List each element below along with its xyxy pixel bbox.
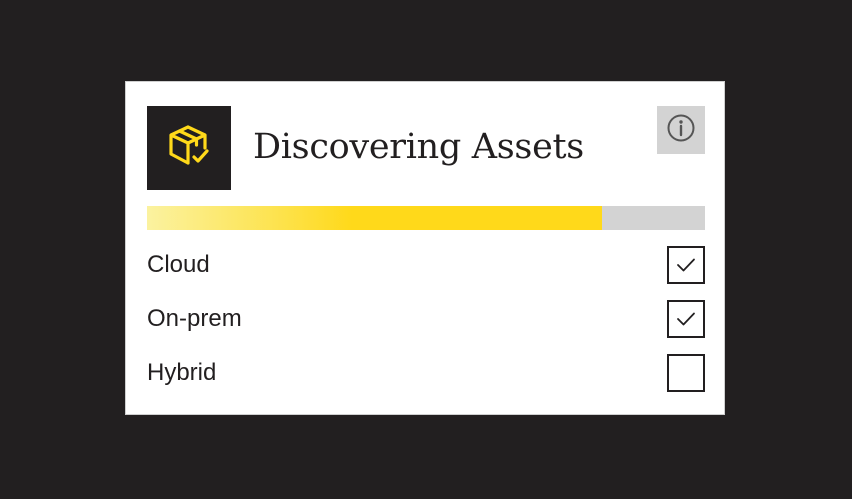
page-title: Discovering Assets <box>253 127 584 167</box>
option-label: Cloud <box>147 251 210 278</box>
discovery-card: Discovering Assets Cloud On-prem Hybrid <box>125 81 725 415</box>
logo-tile <box>147 106 231 190</box>
check-icon <box>677 258 695 272</box>
info-icon <box>666 113 696 148</box>
hybrid-checkbox[interactable] <box>667 354 705 392</box>
check-icon <box>677 312 695 326</box>
progress-bar <box>147 206 705 230</box>
option-label: Hybrid <box>147 359 217 386</box>
option-label: On-prem <box>147 305 242 332</box>
option-row-hybrid[interactable]: Hybrid <box>147 354 705 392</box>
on-prem-checkbox[interactable] <box>667 300 705 338</box>
option-row-on-prem[interactable]: On-prem <box>147 300 705 338</box>
progress-fill <box>147 206 602 230</box>
option-row-cloud[interactable]: Cloud <box>147 246 705 284</box>
cloud-checkbox[interactable] <box>667 246 705 284</box>
info-button[interactable] <box>657 106 705 154</box>
package-check-icon <box>167 124 211 173</box>
